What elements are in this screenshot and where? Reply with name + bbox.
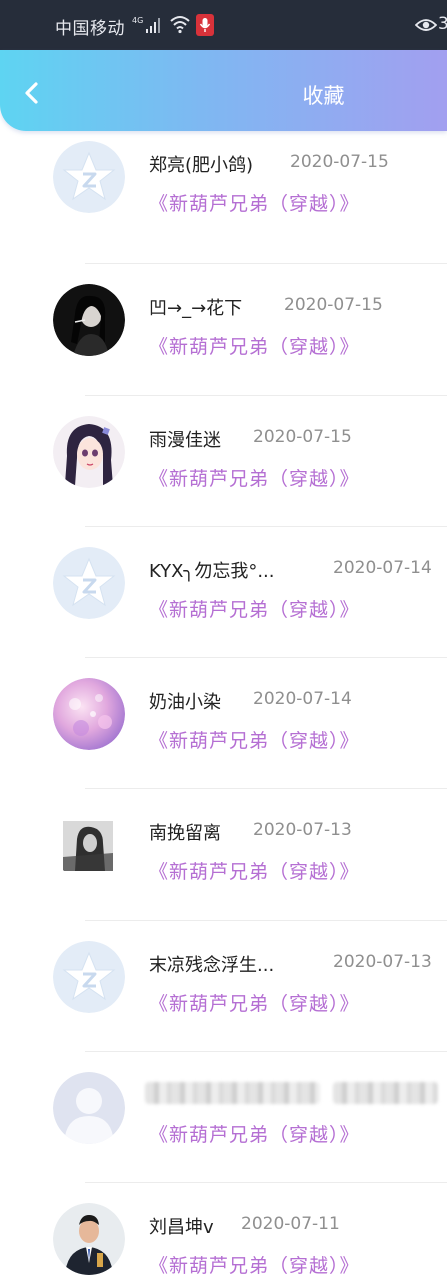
user-name[interactable]: 南挽留离	[149, 819, 221, 845]
work-title-link[interactable]: 《新葫芦兄弟（穿越）》	[149, 332, 360, 359]
favorite-item[interactable]: 郑亮(肥小鸽) 2020-07-15 《新葫芦兄弟（穿越）》	[0, 133, 447, 265]
work-title-link[interactable]: 《新葫芦兄弟（穿越）》	[149, 595, 360, 622]
man-photo-avatar[interactable]	[53, 1203, 125, 1276]
work-title-link[interactable]: 《新葫芦兄弟（穿越）》	[149, 1251, 360, 1278]
favorite-date: 2020-07-14	[253, 689, 352, 710]
obscured-date	[333, 1082, 438, 1105]
favorite-item[interactable]: 南挽留离 2020-07-13 《新葫芦兄弟（穿越）》	[0, 789, 447, 921]
work-title-link[interactable]: 《新葫芦兄弟（穿越）》	[149, 1120, 360, 1147]
status-bar: 中国移动 4G 3	[0, 0, 447, 50]
work-title-link[interactable]: 《新葫芦兄弟（穿越）》	[149, 989, 360, 1016]
header-bar: 收藏	[0, 50, 447, 131]
favorite-item[interactable]: 雨漫佳迷 2020-07-15 《新葫芦兄弟（穿越）》	[0, 396, 447, 527]
favorite-item[interactable]: 刘昌坤v 2020-07-11 《新葫芦兄弟（穿越）》	[0, 1183, 447, 1280]
favorite-date: 2020-07-15	[253, 426, 352, 447]
qq-default-avatar[interactable]	[53, 546, 125, 619]
favorite-date: 2020-07-15	[290, 152, 389, 172]
user-name[interactable]: 郑亮(肥小鸽)	[149, 151, 253, 177]
status-right-label: 3	[438, 14, 447, 34]
purple-flower-avatar[interactable]	[53, 678, 125, 751]
favorite-date: 2020-07-13	[333, 951, 432, 972]
user-name[interactable]: 奶油小染	[149, 688, 221, 714]
default-person-avatar[interactable]	[53, 1072, 125, 1145]
user-name[interactable]: 雨漫佳迷	[149, 426, 221, 452]
favorite-date: 2020-07-15	[284, 295, 383, 316]
favorite-item[interactable]: KYX╮勿忘我°... 2020-07-14 《新葫芦兄弟（穿越）》	[0, 527, 447, 659]
eye-icon	[415, 19, 437, 31]
favorite-date: 2020-07-13	[253, 820, 352, 841]
work-title-link[interactable]: 《新葫芦兄弟（穿越）》	[149, 464, 360, 491]
favorites-list: 郑亮(肥小鸽) 2020-07-15 《新葫芦兄弟（穿越）》 凹→_→花下 2020-0…	[0, 141, 447, 1280]
page-title: 收藏	[302, 84, 345, 108]
signal-icon: 4G	[132, 16, 160, 33]
favorite-item[interactable]: 凹→_→花下 2020-07-15 《新葫芦兄弟（穿越）》	[0, 264, 447, 396]
anime-girl-avatar[interactable]	[53, 415, 125, 488]
dark-photo-avatar[interactable]	[53, 284, 125, 357]
carrier-label: 中国移动	[55, 19, 125, 39]
work-title-link[interactable]: 《新葫芦兄弟（穿越）》	[149, 189, 360, 216]
user-name[interactable]: 末凉残念浮生...	[149, 951, 274, 977]
favorite-date: 2020-07-14	[333, 557, 432, 578]
obscured-user-name	[145, 1082, 320, 1105]
favorite-item[interactable]: 末凉残念浮生... 2020-07-13 《新葫芦兄弟（穿越）》	[0, 921, 447, 1053]
microphone-icon	[196, 14, 214, 36]
favorite-item[interactable]: 奶油小染 2020-07-14 《新葫芦兄弟（穿越）》	[0, 658, 447, 790]
favorite-item[interactable]: 《新葫芦兄弟（穿越）》	[0, 1052, 447, 1184]
work-title-link[interactable]: 《新葫芦兄弟（穿越）》	[149, 857, 360, 884]
work-title-link[interactable]: 《新葫芦兄弟（穿越）》	[149, 726, 360, 753]
qq-default-avatar[interactable]	[53, 141, 125, 213]
user-name[interactable]: KYX╮勿忘我°...	[149, 557, 275, 583]
wifi-icon	[170, 16, 190, 34]
bw-photo-avatar[interactable]	[53, 809, 125, 882]
qq-default-avatar[interactable]	[53, 940, 125, 1013]
favorite-date: 2020-07-11	[241, 1214, 340, 1235]
user-name[interactable]: 凹→_→花下	[149, 294, 242, 320]
network-type-label: 4G	[132, 16, 143, 25]
user-name[interactable]: 刘昌坤v	[149, 1213, 214, 1239]
